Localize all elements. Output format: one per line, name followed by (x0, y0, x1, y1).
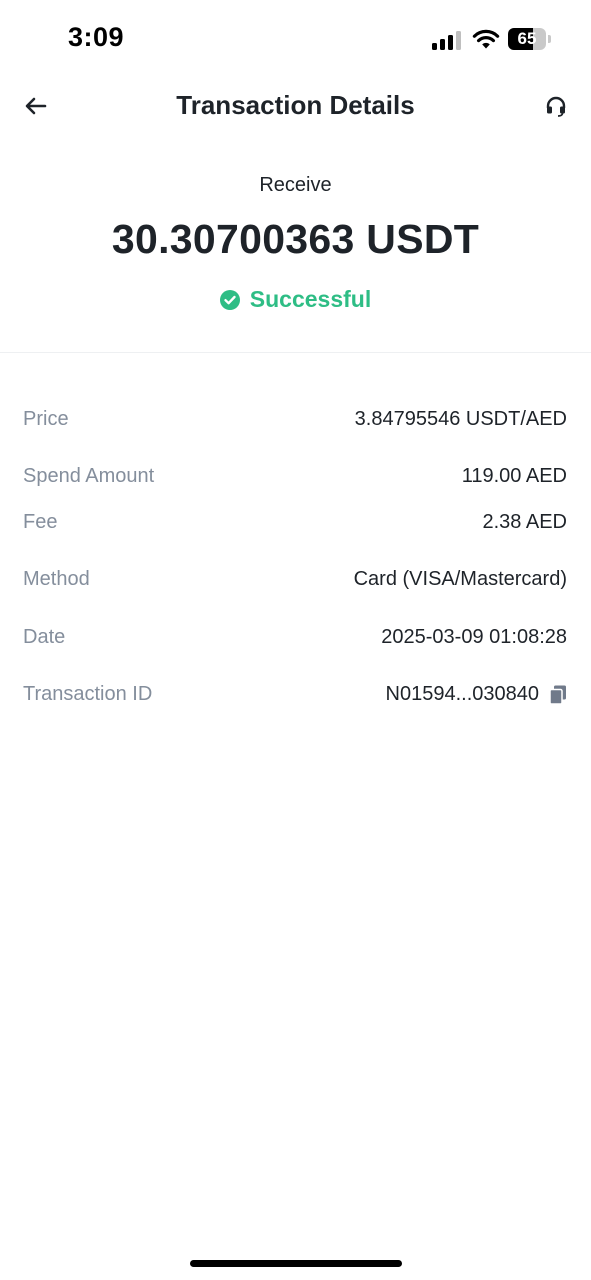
detail-value: 119.00 AED (461, 465, 567, 487)
transaction-id-text: N01594...030840 (385, 683, 539, 705)
detail-value: 3.84795546 USDT/AED (354, 408, 567, 430)
status-text: Successful (249, 286, 372, 312)
section-divider (0, 352, 591, 353)
detail-row-fee: Fee 2.38 AED (0, 503, 591, 543)
page-title: Transaction Details (176, 90, 415, 120)
transaction-summary: Receive 30.30700363 USDT Successful (0, 160, 591, 352)
detail-row-price: Price 3.84795546 USDT/AED (0, 400, 591, 440)
check-circle-icon (219, 289, 240, 310)
transaction-status: Successful (0, 286, 591, 313)
transaction-id-value: N01594...030840 (386, 683, 567, 706)
detail-label: Fee (23, 511, 58, 533)
detail-row-date: Date 2025-03-09 01:08:28 (0, 618, 591, 658)
detail-label: Spend Amount (23, 465, 155, 487)
detail-row-transaction-id: Transaction ID N01594...030840 (0, 675, 591, 715)
cellular-signal-icon (432, 30, 462, 50)
home-indicator[interactable] (190, 1260, 402, 1267)
status-time: 3:09 (68, 22, 125, 52)
detail-value: Card (VISA/Mastercard) (353, 568, 567, 590)
battery-level: 65 (517, 29, 537, 48)
status-bar: 3:09 65 (0, 0, 591, 80)
detail-value: 2.38 AED (482, 511, 567, 533)
transaction-type: Receive (259, 174, 332, 196)
detail-label: Transaction ID (23, 683, 153, 705)
battery-icon: 65 (508, 28, 552, 50)
detail-label: Date (23, 626, 66, 648)
transaction-amount: 30.30700363 USDT (111, 216, 480, 262)
copy-icon[interactable] (549, 685, 567, 705)
headset-icon (546, 96, 566, 117)
detail-label: Method (23, 568, 90, 590)
detail-row-spend-amount: Spend Amount 119.00 AED (0, 457, 591, 497)
detail-label: Price (23, 408, 69, 430)
wifi-icon (472, 28, 500, 50)
app-header: Transaction Details (0, 80, 591, 136)
detail-value: 2025-03-09 01:08:28 (381, 626, 567, 648)
detail-row-method: Method Card (VISA/Mastercard) (0, 560, 591, 600)
customer-support-button[interactable] (540, 90, 572, 122)
